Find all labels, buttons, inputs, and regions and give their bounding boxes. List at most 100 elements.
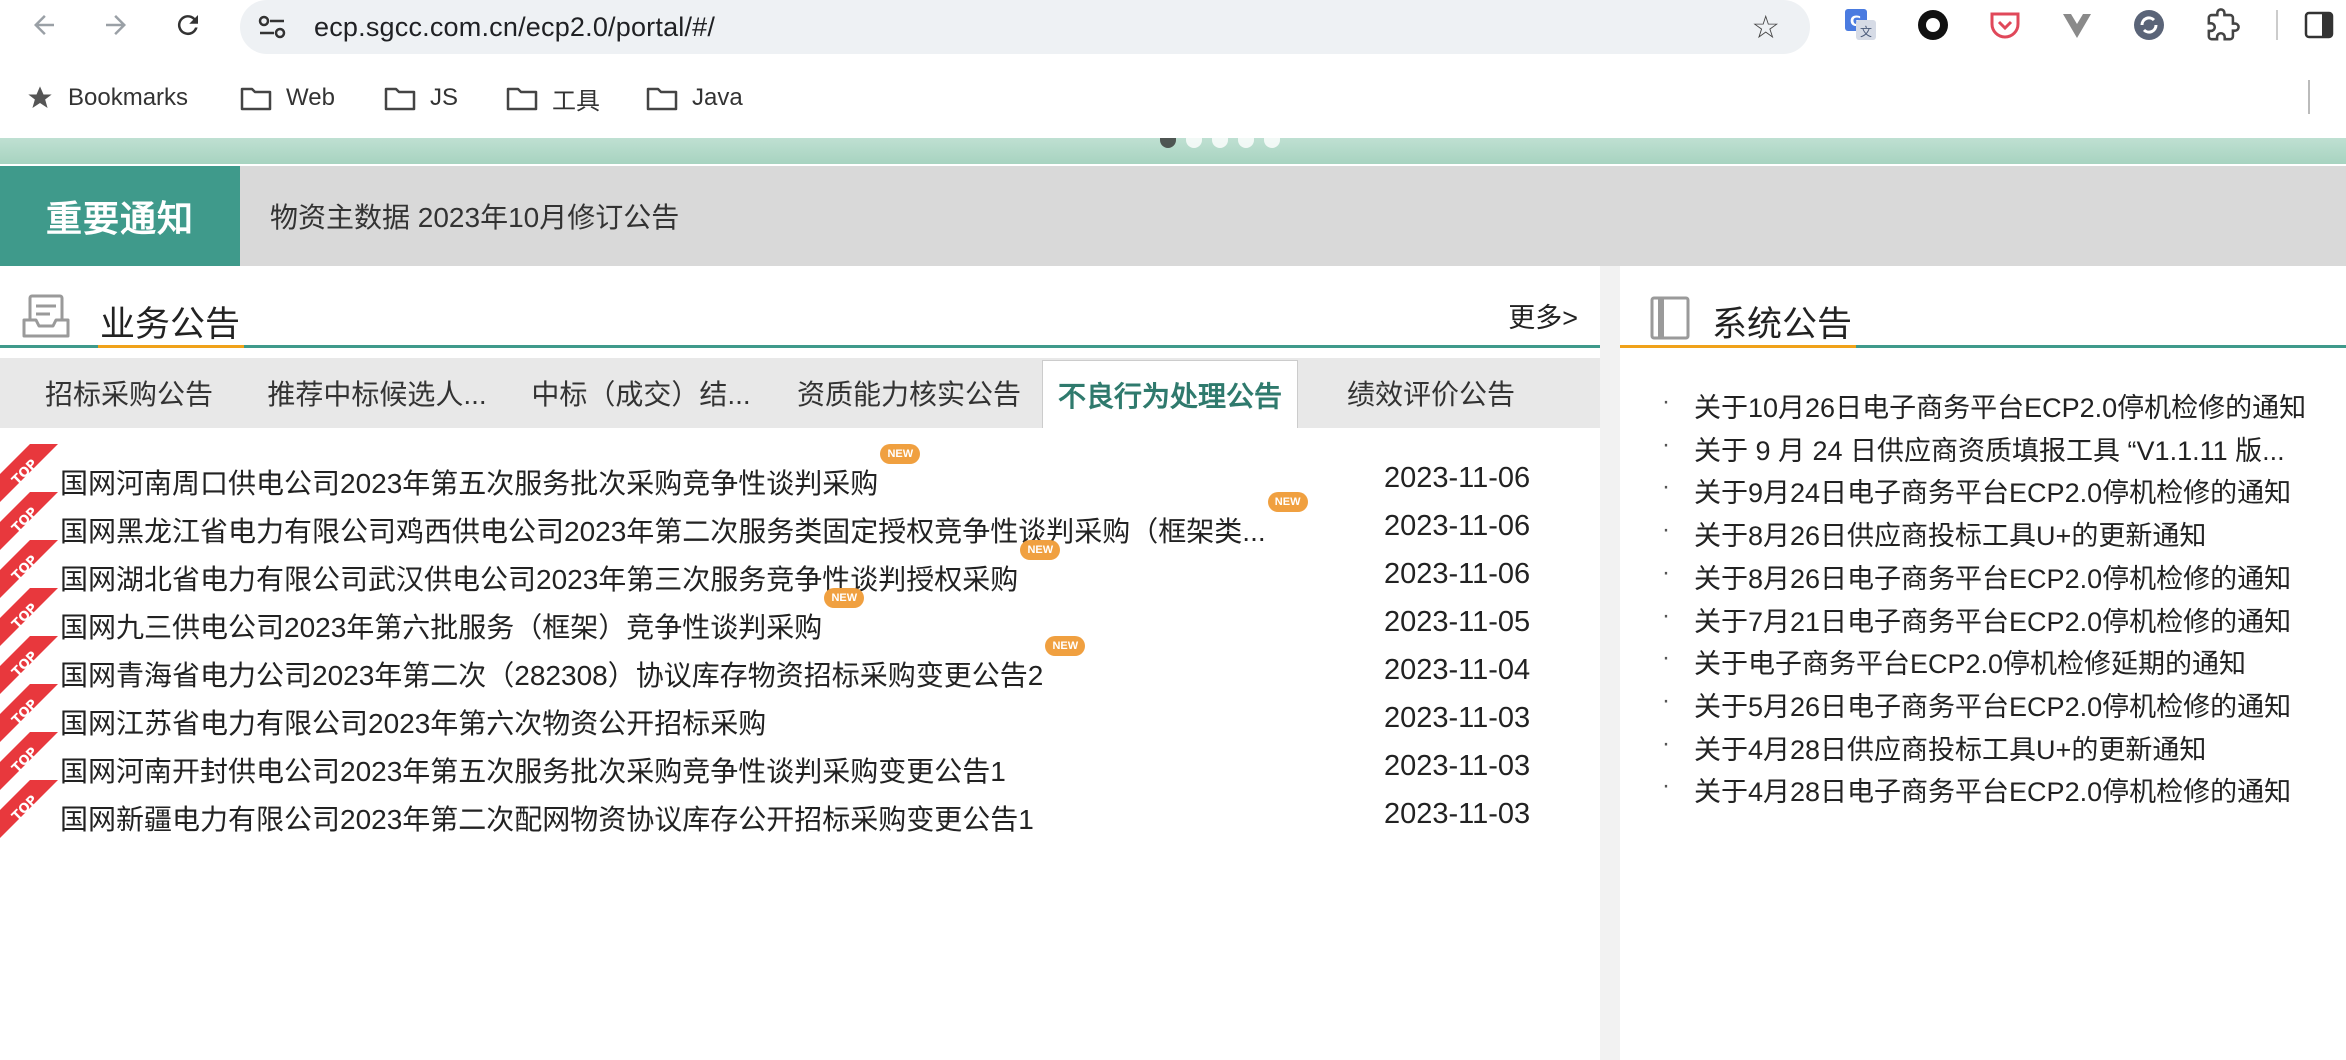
title-underline — [1620, 345, 1856, 348]
site-settings-icon — [258, 15, 286, 39]
bookmarks-divider — [2308, 80, 2310, 114]
arrow-left-icon — [34, 15, 54, 35]
announcement-date: 2023-11-06 — [1384, 558, 1531, 590]
important-notice-link[interactable]: 物资主数据 2023年10月修订公告 — [270, 196, 679, 236]
more-link[interactable]: 更多> — [1508, 296, 1578, 335]
system-announcement-title[interactable]: 关于4月28日电子商务平台ECP2.0停机检修的通知 — [1694, 770, 2291, 809]
tab-performance[interactable]: 绩效评价公告 — [1316, 358, 1546, 428]
bookmark-bookmarks[interactable]: Bookmarks — [26, 80, 188, 116]
bookmark-label: Bookmarks — [68, 84, 189, 111]
star-icon — [28, 86, 52, 109]
forward-button[interactable] — [96, 5, 136, 45]
carousel-dot[interactable] — [1264, 138, 1280, 148]
business-announcements-panel: 业务公告 更多> 招标采购公告 推荐中标候选人... 中标（成交）结... 资质… — [0, 278, 1600, 1060]
important-notice-tag: 重要通知 — [0, 166, 240, 266]
reload-icon — [177, 15, 198, 36]
bookmark-js[interactable]: JS — [384, 80, 458, 116]
url-text[interactable]: ecp.sgcc.com.cn/ecp2.0/portal/#/ — [314, 12, 715, 43]
important-notice-bar: 重要通知 物资主数据 2023年10月修订公告 — [0, 166, 2346, 266]
system-announcement-title[interactable]: 关于5月26日电子商务平台ECP2.0停机检修的通知 — [1694, 685, 2291, 724]
system-announcement-title[interactable]: 关于4月28日供应商投标工具U+的更新通知 — [1694, 728, 2206, 767]
vue-devtools-extension-icon[interactable] — [2058, 6, 2096, 44]
reload-button[interactable] — [168, 5, 208, 45]
announcement-row[interactable]: TOP 国网新疆电力有限公司2023年第二次配网物资协议库存公开招标采购变更公告1… — [0, 780, 1600, 844]
bookmark-label: JS — [430, 84, 459, 111]
bullet: · — [1662, 558, 1670, 586]
system-announcement-title[interactable]: 关于 9 月 24 日供应商资质填报工具 “V1.1.11 版... — [1694, 429, 2285, 468]
system-announcement-title[interactable]: 关于电子商务平台ECP2.0停机检修延期的通知 — [1694, 642, 2246, 681]
bookmark-java[interactable]: Java — [646, 80, 743, 116]
back-button[interactable] — [24, 5, 64, 45]
announcement-date: 2023-11-03 — [1384, 798, 1531, 830]
circle-extension-icon[interactable] — [1914, 6, 1952, 44]
folder-icon — [240, 87, 272, 111]
announcement-title[interactable]: 国网新疆电力有限公司2023年第二次配网物资协议库存公开招标采购变更公告1 — [60, 798, 1034, 838]
announcement-date: 2023-11-06 — [1384, 462, 1531, 494]
title-underline — [98, 345, 244, 348]
bullet: · — [1662, 772, 1670, 800]
bullet: · — [1662, 388, 1670, 415]
system-announcements-title: 系统公告 — [1712, 305, 1853, 344]
translate-extension-icon[interactable]: G文 — [1842, 6, 1880, 44]
folder-icon — [646, 87, 678, 111]
bookmark-star-icon[interactable]: ☆ — [1751, 8, 1780, 46]
tab-recommended-candidates[interactable]: 推荐中标候选人... — [252, 358, 502, 428]
folder-icon — [506, 87, 538, 111]
top-ribbon-icon: TOP — [0, 780, 58, 838]
new-badge: NEW — [1267, 492, 1308, 512]
bookmark-web[interactable]: Web — [240, 80, 335, 116]
announcement-date: 2023-11-05 — [1384, 606, 1531, 638]
pocket-extension-icon[interactable] — [1986, 6, 2024, 44]
arrow-right-icon — [106, 15, 126, 35]
banner-carousel[interactable] — [0, 138, 2346, 164]
announcement-tabs: 招标采购公告 推荐中标候选人... 中标（成交）结... 资质能力核实公告 不良… — [0, 358, 1600, 428]
bullet: · — [1662, 644, 1670, 672]
side-panel-icon[interactable] — [2300, 6, 2338, 44]
new-badge: NEW — [824, 588, 865, 608]
bookmark-tools[interactable]: 工具 — [506, 80, 600, 116]
business-announcements-title: 业务公告 — [100, 305, 241, 344]
refresh-extension-icon[interactable] — [2130, 6, 2168, 44]
panel-gutter — [1600, 266, 1620, 1060]
announcement-date: 2023-11-03 — [1384, 702, 1531, 734]
extensions-puzzle-icon[interactable] — [2204, 6, 2242, 44]
system-announcement-title[interactable]: 关于8月26日电子商务平台ECP2.0停机检修的通知 — [1694, 557, 2291, 596]
tab-award-results[interactable]: 中标（成交）结... — [516, 358, 766, 428]
carousel-dot[interactable] — [1186, 138, 1202, 148]
announcement-date: 2023-11-04 — [1384, 654, 1531, 686]
system-announcement-item[interactable]: · 关于4月28日电子商务平台ECP2.0停机检修的通知 — [1620, 762, 2346, 812]
new-badge: NEW — [880, 444, 921, 464]
system-announcements-panel: 系统公告 · 关于10月26日电子商务平台ECP2.0停机检修的通知 · 关于 9 月… — [1620, 278, 2346, 1060]
system-announcements-header: 系统公告 — [1620, 278, 2346, 348]
svg-text:文: 文 — [1860, 24, 1872, 39]
announcement-date: 2023-11-03 — [1384, 750, 1531, 782]
carousel-dots[interactable] — [1160, 138, 1280, 148]
browser-toolbar: ecp.sgcc.com.cn/ecp2.0/portal/#/ ☆ G文 — [0, 0, 2346, 54]
announcement-date: 2023-11-06 — [1384, 510, 1531, 542]
toolbar-divider — [2276, 10, 2278, 40]
bullet: · — [1662, 473, 1670, 501]
business-announcements-header: 业务公告 更多> — [0, 278, 1600, 348]
system-announcement-title[interactable]: 关于7月21日电子商务平台ECP2.0停机检修的通知 — [1694, 600, 2291, 639]
bullet: · — [1662, 686, 1670, 714]
notebook-icon — [1650, 296, 1690, 340]
bullet: · — [1662, 516, 1670, 544]
bullet: · — [1662, 601, 1670, 629]
tab-misconduct[interactable]: 不良行为处理公告 — [1042, 360, 1298, 428]
bookmark-label: 工具 — [552, 87, 600, 115]
new-badge: NEW — [1020, 540, 1061, 560]
bookmark-label: Java — [692, 84, 743, 111]
bookmark-label: Web — [286, 84, 335, 111]
system-announcement-title[interactable]: 关于10月26日电子商务平台ECP2.0停机检修的通知 — [1694, 386, 2306, 425]
carousel-dot[interactable] — [1160, 138, 1176, 148]
tab-bidding[interactable]: 招标采购公告 — [24, 358, 234, 428]
bookmarks-bar: Bookmarks Web JS 工具 Java — [0, 72, 2346, 124]
carousel-dot[interactable] — [1212, 138, 1228, 148]
carousel-dot[interactable] — [1238, 138, 1254, 148]
folder-icon — [384, 87, 416, 111]
system-announcement-title[interactable]: 关于8月26日供应商投标工具U+的更新通知 — [1694, 514, 2206, 553]
address-bar[interactable]: ecp.sgcc.com.cn/ecp2.0/portal/#/ ☆ — [240, 0, 1810, 54]
bullet: · — [1662, 729, 1670, 757]
tab-qualification[interactable]: 资质能力核实公告 — [784, 358, 1034, 428]
system-announcement-title[interactable]: 关于9月24日电子商务平台ECP2.0停机检修的通知 — [1694, 471, 2291, 510]
